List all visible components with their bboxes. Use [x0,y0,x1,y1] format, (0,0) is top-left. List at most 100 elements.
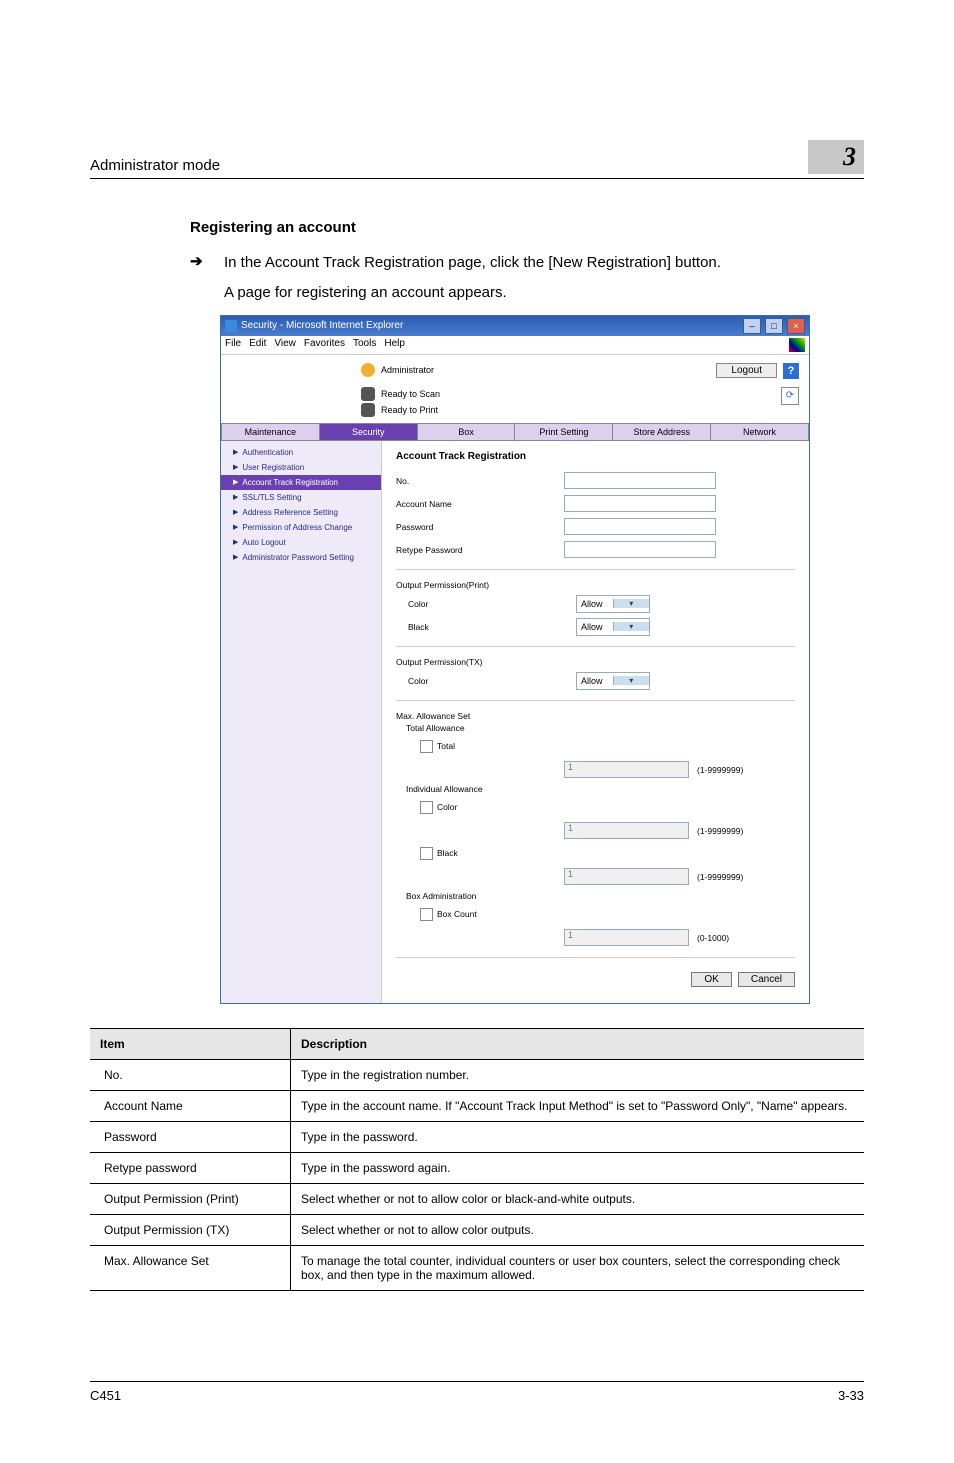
sidebar-item-perm-change[interactable]: ▶Permission of Address Change [221,520,381,535]
chevron-down-icon: ▾ [613,676,650,685]
ie-menubar: File Edit View Favorites Tools Help [221,336,809,355]
range-black: (1-9999999) [697,872,743,882]
table-row: Output Permission (TX)Select whether or … [90,1214,864,1245]
page-header: Administrator mode 3 [90,140,864,179]
header-title: Administrator mode [90,157,808,174]
checkbox-color[interactable] [420,801,433,814]
input-password[interactable] [564,518,716,535]
footer-model: C451 [90,1388,121,1403]
select-tx-color[interactable]: Allow▾ [576,672,650,690]
ok-button[interactable]: OK [691,972,731,987]
sidebar-item-address-ref[interactable]: ▶Address Reference Setting [221,505,381,520]
tab-network[interactable]: Network [711,423,809,441]
label-box-administration: Box Administration [396,891,795,901]
window-titlebar: Security - Microsoft Internet Explorer –… [221,316,809,336]
menu-edit[interactable]: Edit [249,338,266,352]
input-retype-password[interactable] [564,541,716,558]
close-button[interactable]: × [787,318,805,334]
menu-file[interactable]: File [225,338,241,352]
input-box-count[interactable]: 1 [564,929,689,946]
cancel-button[interactable]: Cancel [738,972,795,987]
label-individual-allowance: Individual Allowance [396,784,795,794]
window-title: Security - Microsoft Internet Explorer [241,320,403,331]
side-nav: ▶Authentication ▶User Registration ▶Acco… [221,441,382,1003]
label-total-checkbox: Total [396,740,580,753]
sidebar-item-authentication[interactable]: ▶Authentication [221,445,381,460]
label-total-allowance: Total Allowance [396,723,795,733]
label-print-black: Black [396,622,568,632]
checkbox-box-count[interactable] [420,908,433,921]
table-row: Max. Allowance SetTo manage the total co… [90,1245,864,1290]
refresh-icon[interactable]: ⟳ [781,387,799,405]
sidebar-item-account-track[interactable]: ▶Account Track Registration [221,475,381,490]
table-row: No.Type in the registration number. [90,1059,864,1090]
sidebar-item-admin-password[interactable]: ▶Administrator Password Setting [221,550,381,565]
label-account-name: Account Name [396,499,556,509]
th-description: Description [291,1028,865,1059]
chapter-number: 3 [808,140,864,174]
panel-heading: Account Track Registration [396,451,795,462]
label-tx-color: Color [396,676,568,686]
label-password: Password [396,522,556,532]
checkbox-black[interactable] [420,847,433,860]
range-color: (1-9999999) [697,826,743,836]
step-1-text: In the Account Track Registration page, … [224,252,721,274]
scanner-icon [361,387,375,401]
user-icon [361,363,375,377]
input-color[interactable]: 1 [564,822,689,839]
step-1: ➔ In the Account Track Registration page… [190,252,864,274]
input-black[interactable]: 1 [564,868,689,885]
ie-throbber-icon [789,338,805,352]
screenshot-window: Security - Microsoft Internet Explorer –… [220,315,810,1004]
label-max-allowance-set: Max. Allowance Set [396,711,795,721]
select-print-black[interactable]: Allow▾ [576,618,650,636]
table-row: Account NameType in the account name. If… [90,1090,864,1121]
input-account-name[interactable] [564,495,716,512]
step-1-result: A page for registering an account appear… [224,284,864,301]
select-print-color[interactable]: Allow▾ [576,595,650,613]
table-row: PasswordType in the password. [90,1121,864,1152]
main-panel: Account Track Registration No. Account N… [382,441,809,1003]
logout-button[interactable]: Logout [716,363,777,378]
menu-view[interactable]: View [274,338,296,352]
range-box-count: (0-1000) [697,933,729,943]
th-item: Item [90,1028,291,1059]
maximize-button[interactable]: □ [765,318,783,334]
ready-scan-label: Ready to Scan [381,389,440,399]
chevron-down-icon: ▾ [613,599,650,608]
label-output-permission-tx: Output Permission(TX) [396,657,795,667]
arrow-icon: ➔ [190,252,224,274]
tab-store-address[interactable]: Store Address [613,423,711,441]
tab-print-setting[interactable]: Print Setting [515,423,613,441]
ie-icon [225,320,237,332]
menu-tools[interactable]: Tools [353,338,376,352]
sidebar-item-user-registration[interactable]: ▶User Registration [221,460,381,475]
label-black-checkbox: Black [396,847,580,860]
printer-icon [361,403,375,417]
page-footer: C451 3-33 [90,1381,864,1403]
nav-tabs: Maintenance Security Box Print Setting S… [221,423,809,441]
checkbox-total[interactable] [420,740,433,753]
table-row: Output Permission (Print)Select whether … [90,1183,864,1214]
sidebar-item-auto-logout[interactable]: ▶Auto Logout [221,535,381,550]
section-heading: Registering an account [190,219,864,236]
label-print-color: Color [396,599,568,609]
chevron-down-icon: ▾ [613,622,650,631]
table-row: Retype passwordType in the password agai… [90,1152,864,1183]
minimize-button[interactable]: – [743,318,761,334]
footer-page: 3-33 [838,1388,864,1403]
label-box-count-checkbox: Box Count [396,908,580,921]
admin-label: Administrator [381,365,434,375]
sidebar-item-ssl[interactable]: ▶SSL/TLS Setting [221,490,381,505]
help-icon[interactable]: ? [783,363,799,379]
tab-security[interactable]: Security [320,423,418,441]
label-output-permission-print: Output Permission(Print) [396,580,795,590]
input-no[interactable] [564,472,716,489]
menu-help[interactable]: Help [384,338,405,352]
tab-maintenance[interactable]: Maintenance [221,423,320,441]
tab-box[interactable]: Box [418,423,516,441]
menu-favorites[interactable]: Favorites [304,338,345,352]
range-total: (1-9999999) [697,765,743,775]
input-total[interactable]: 1 [564,761,689,778]
label-no: No. [396,476,556,486]
